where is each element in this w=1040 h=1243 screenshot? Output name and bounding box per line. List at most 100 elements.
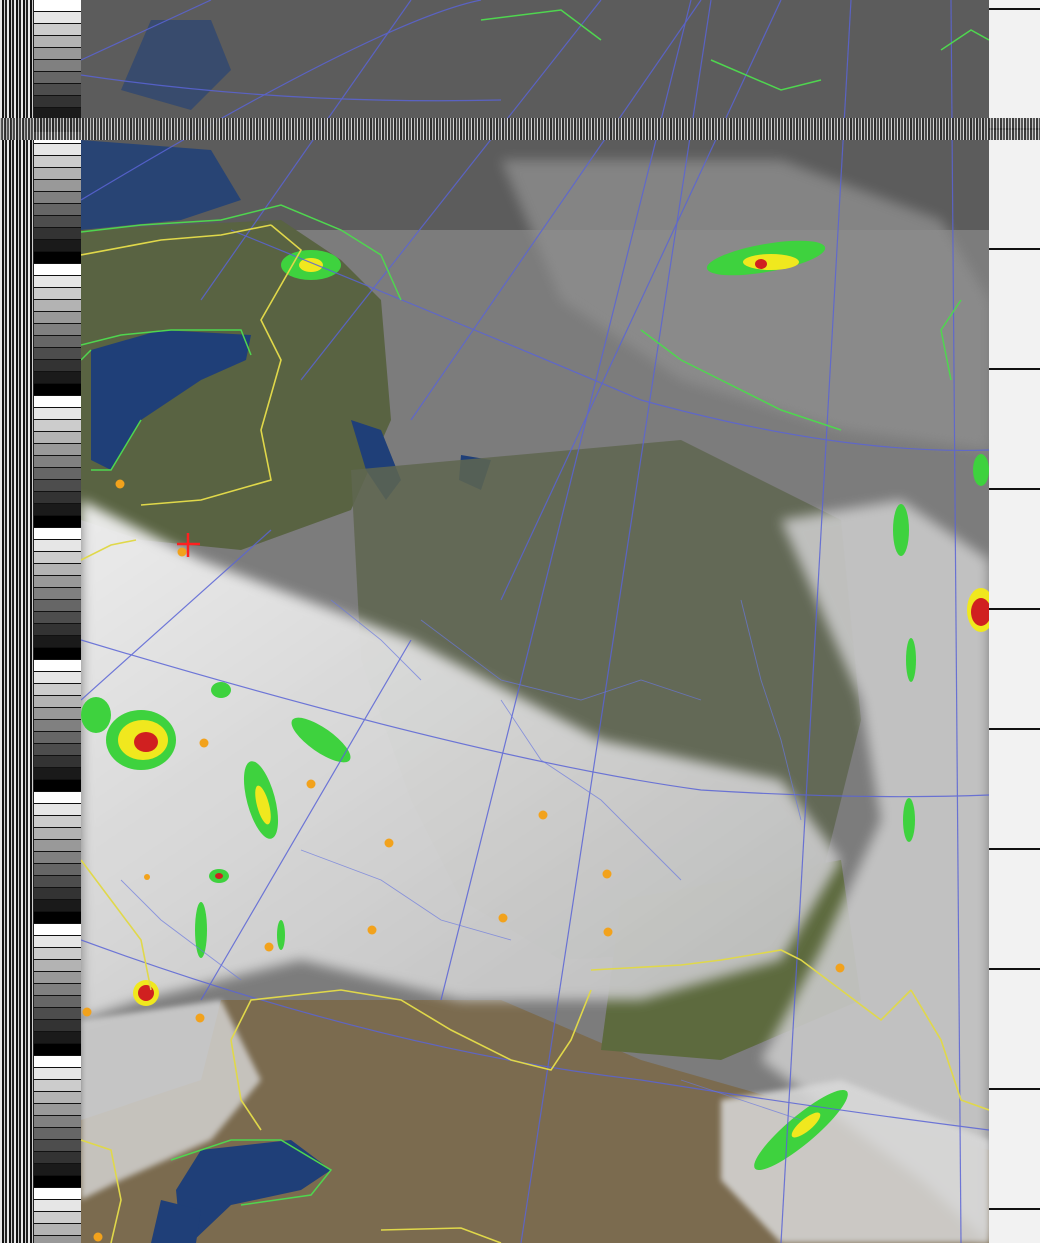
wedge-step	[34, 1236, 81, 1243]
wedge-step	[34, 900, 81, 911]
wedge-step	[34, 204, 81, 215]
wedge-step	[34, 480, 81, 491]
sync-tick	[989, 728, 1040, 730]
wedge-step	[34, 972, 81, 983]
wedge-step	[34, 240, 81, 251]
apt-image	[0, 0, 1040, 1243]
city-dot	[384, 838, 394, 848]
wedge-step	[34, 864, 81, 875]
wedge-step	[34, 648, 81, 659]
wedge-step	[34, 600, 81, 611]
wedge-step	[34, 708, 81, 719]
wedge-step	[34, 252, 81, 263]
wedge-step	[34, 696, 81, 707]
wedge-step	[34, 516, 81, 527]
wedge-step	[34, 84, 81, 95]
wedge-step	[34, 420, 81, 431]
wedge-step	[34, 180, 81, 191]
wedge-step	[34, 1104, 81, 1115]
wedge-step	[34, 1008, 81, 1019]
city-dot	[498, 913, 508, 923]
wedge-step	[34, 168, 81, 179]
wedge-step	[34, 156, 81, 167]
wedge-step	[34, 72, 81, 83]
wedge-step	[34, 924, 81, 935]
wedge-step	[34, 588, 81, 599]
wedge-step	[34, 96, 81, 107]
city-dot	[306, 779, 316, 789]
wedge-step	[34, 804, 81, 815]
wedge-step	[34, 348, 81, 359]
city-dot	[603, 927, 613, 937]
wedge-step	[34, 984, 81, 995]
wedge-step	[34, 0, 81, 11]
wedge-step	[34, 228, 81, 239]
wedge-step	[34, 1116, 81, 1127]
city-dot	[93, 1232, 103, 1242]
city-dot	[195, 1013, 205, 1023]
city-dot	[82, 1007, 92, 1017]
wedge-step	[34, 384, 81, 395]
wedge-step	[34, 1176, 81, 1187]
wedge-step	[34, 672, 81, 683]
city-dot	[367, 925, 377, 935]
wedge-step	[34, 792, 81, 803]
noise-band	[0, 118, 1040, 140]
sync-tick	[989, 8, 1040, 10]
wedge-step	[34, 360, 81, 371]
wedge-step	[34, 576, 81, 587]
wedge-step	[34, 1056, 81, 1067]
wedge-step	[34, 960, 81, 971]
wedge-step	[34, 432, 81, 443]
city-dot	[177, 547, 187, 557]
map-svg	[81, 0, 989, 1243]
wedge-step	[34, 780, 81, 791]
wedge-step	[34, 324, 81, 335]
wedge-step	[34, 768, 81, 779]
wedge-step	[34, 1164, 81, 1175]
wedge-step	[34, 624, 81, 635]
wedge-step	[34, 996, 81, 1007]
wedge-step	[34, 612, 81, 623]
wedge-step	[34, 288, 81, 299]
wedge-step	[34, 552, 81, 563]
wedge-step	[34, 300, 81, 311]
sync-tick	[989, 248, 1040, 250]
wedge-step	[34, 1128, 81, 1139]
sync-tick	[989, 608, 1040, 610]
wedge-step	[34, 540, 81, 551]
wedge-step	[34, 564, 81, 575]
wedge-step	[34, 336, 81, 347]
wedge-step	[34, 1068, 81, 1079]
wedge-step	[34, 1224, 81, 1235]
map-area	[81, 0, 989, 1243]
wedge-step	[34, 744, 81, 755]
sync-tick	[989, 488, 1040, 490]
wedge-step	[34, 36, 81, 47]
wedge-step	[34, 948, 81, 959]
wedge-step	[34, 372, 81, 383]
wedge-step	[34, 1080, 81, 1091]
wedge-step	[34, 1152, 81, 1163]
sync-tick	[989, 848, 1040, 850]
wedge-step	[34, 1188, 81, 1199]
city-dot	[144, 874, 150, 880]
wedge-step	[34, 1044, 81, 1055]
wedge-step	[34, 1200, 81, 1211]
wedge-step	[34, 504, 81, 515]
wedge-step	[34, 12, 81, 23]
wedge-step	[34, 24, 81, 35]
wedge-step	[34, 444, 81, 455]
sync-tick	[989, 368, 1040, 370]
city-dot	[602, 869, 612, 879]
sync-tick	[989, 1208, 1040, 1210]
sync-b-strip	[989, 0, 1040, 1243]
wedge-step	[34, 684, 81, 695]
wedge-step	[34, 660, 81, 671]
wedge-step	[34, 408, 81, 419]
wedge-step	[34, 852, 81, 863]
sync-a-strip	[0, 0, 34, 1243]
telemetry-wedge-strip	[34, 0, 81, 1243]
wedge-step	[34, 60, 81, 71]
wedge-step	[34, 264, 81, 275]
